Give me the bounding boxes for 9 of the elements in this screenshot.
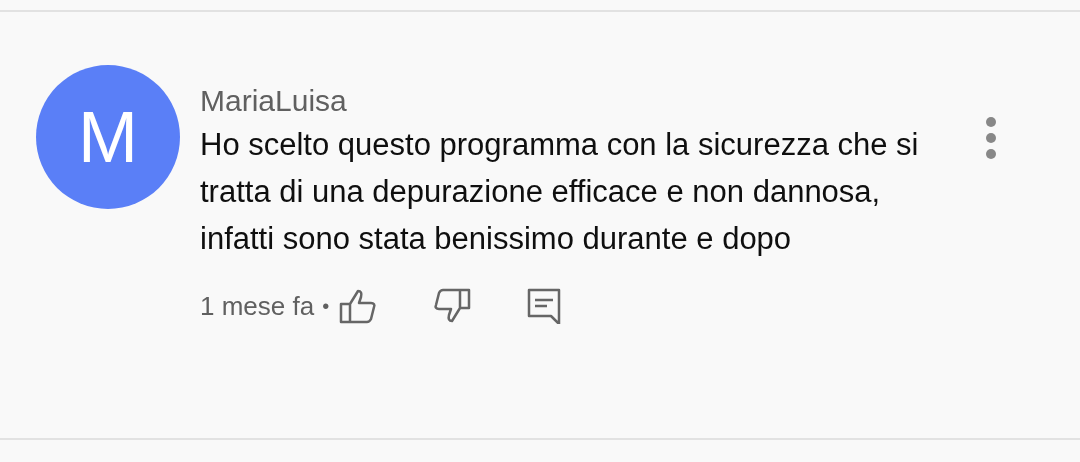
comment-time: 1 mese fa [200, 290, 315, 322]
more-options-icon[interactable] [984, 115, 998, 161]
thumbs-down-icon[interactable] [433, 288, 472, 324]
reply-icon[interactable] [527, 288, 562, 324]
author-name: MariaLuisa [200, 83, 348, 119]
comment-text: Ho scelto questo programma con la sicurezza che si tratta di una depurazione efficace e non dannosa, infatti sono stata benissimo durante e dopo [200, 126, 920, 258]
separator-dot: • [322, 294, 330, 318]
avatar[interactable]: M [36, 65, 180, 209]
thumbs-up-icon[interactable] [339, 288, 378, 324]
